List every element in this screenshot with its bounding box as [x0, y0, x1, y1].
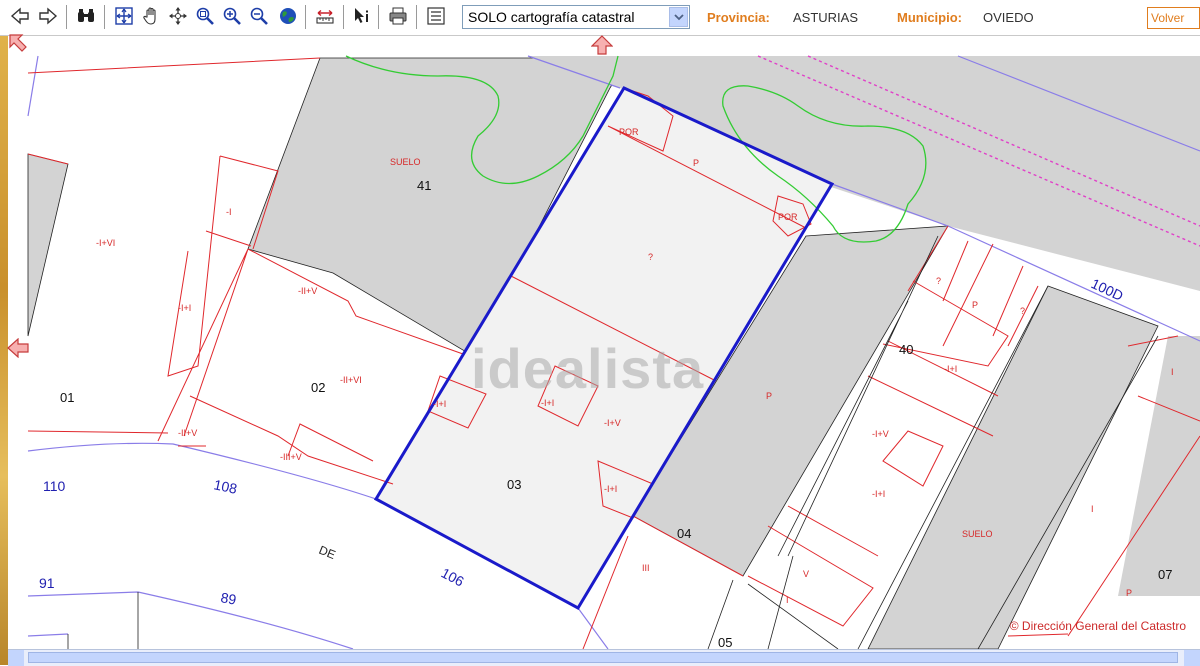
- subparcel-code: P: [1126, 588, 1132, 598]
- parcel-number: 03: [507, 477, 521, 492]
- chevron-down-icon[interactable]: [669, 7, 688, 27]
- provincia-label: Provincia:: [707, 10, 770, 25]
- cadastral-map[interactable]: 01 02 03 04 05 07 40 41 -I+VI -I -I+I -I…: [8, 36, 1200, 649]
- street-number: 106: [439, 565, 467, 590]
- subparcel-code: ?: [1020, 306, 1025, 316]
- subparcel-code: ?: [648, 252, 653, 262]
- subparcel-code: P: [766, 391, 772, 401]
- street-number: 89: [219, 589, 237, 607]
- toolbar: SOLO cartografía catastral Provincia: AS…: [0, 0, 1200, 36]
- pan-west-arrow-icon[interactable]: [7, 338, 29, 358]
- layer-select-value: SOLO cartografía catastral: [468, 9, 635, 25]
- parcel-number: 41: [417, 178, 431, 193]
- subparcel-code: ?: [936, 276, 941, 286]
- street-number: 108: [212, 476, 238, 497]
- subparcel-code: -II+VI: [340, 375, 362, 385]
- legend-icon[interactable]: [425, 5, 447, 27]
- toolbar-separator: [305, 5, 306, 29]
- block-suelo[interactable]: [867, 285, 1159, 649]
- pan-hand-icon[interactable]: [140, 5, 162, 27]
- provincia-value: ASTURIAS: [793, 10, 859, 25]
- municipio-value: OVIEDO: [983, 10, 1034, 25]
- subparcel-code: -I+V: [604, 418, 621, 428]
- subparcel-code: -II+V: [178, 428, 197, 438]
- toolbar-separator: [416, 5, 417, 29]
- parcel-number: 02: [311, 380, 325, 395]
- back-button[interactable]: Volver: [1147, 7, 1200, 29]
- copyright-notice: © Dirección General del Catastro: [1009, 619, 1186, 633]
- subparcel-code: POR: [619, 127, 639, 137]
- subparcel-code: -I+I: [433, 399, 446, 409]
- zoom-window-icon[interactable]: [194, 5, 216, 27]
- subparcel-code: -I+VI: [96, 238, 115, 248]
- back-arrow-icon[interactable]: [9, 5, 31, 27]
- zoom-in-icon[interactable]: [221, 5, 243, 27]
- toolbar-separator: [378, 5, 379, 29]
- subparcel-code: V: [803, 569, 809, 579]
- street-number: 91: [39, 575, 55, 591]
- scrollbar-thumb[interactable]: [28, 652, 1178, 663]
- horizontal-scrollbar[interactable]: [8, 649, 1200, 666]
- parcel-number: 01: [60, 390, 74, 405]
- print-icon[interactable]: [387, 5, 409, 27]
- subparcel-code: -I+I: [944, 364, 957, 374]
- scroll-right-icon[interactable]: [1184, 650, 1200, 666]
- subparcel-code: I: [1171, 367, 1174, 377]
- layer-select[interactable]: SOLO cartografía catastral: [462, 5, 690, 29]
- toolbar-separator: [66, 5, 67, 29]
- subparcel-code: -I+I: [872, 489, 885, 499]
- subparcel-code: -I+I: [604, 484, 617, 494]
- toolbar-separator: [104, 5, 105, 29]
- toolbar-separator: [343, 5, 344, 29]
- street-number: 110: [43, 478, 66, 494]
- street-line: [27, 55, 39, 117]
- move-icon[interactable]: [167, 5, 189, 27]
- street-line: [27, 591, 354, 649]
- measure-icon[interactable]: [314, 5, 336, 27]
- street-line: [27, 633, 69, 637]
- subparcel-code: I: [1091, 504, 1094, 514]
- subparcel-code: -I+I: [178, 303, 191, 313]
- pan-north-arrow-icon[interactable]: [591, 35, 613, 55]
- forward-arrow-icon[interactable]: [37, 5, 59, 27]
- binoculars-icon[interactable]: [75, 5, 97, 27]
- subparcel-code: -II+V: [298, 286, 317, 296]
- block-left[interactable]: [27, 153, 69, 337]
- subparcel-code: I: [786, 595, 789, 605]
- subparcel-code: -I: [226, 207, 232, 217]
- parcel-number: 05: [718, 635, 732, 649]
- street-number: 100D: [1089, 275, 1126, 304]
- pan-northwest-arrow-icon[interactable]: [7, 33, 29, 53]
- land-use-label: SUELO: [962, 529, 993, 539]
- subparcel-code: -I+V: [872, 429, 889, 439]
- globe-icon[interactable]: [277, 5, 299, 27]
- scroll-left-icon[interactable]: [8, 650, 24, 666]
- subparcel-code: POR: [778, 212, 798, 222]
- full-extent-icon[interactable]: [113, 5, 135, 27]
- subparcel-code: -III+V: [280, 452, 302, 462]
- subparcel-code: P: [693, 158, 699, 168]
- municipio-label: Municipio:: [897, 10, 962, 25]
- zoom-out-icon[interactable]: [248, 5, 270, 27]
- subparcel-code: P: [972, 300, 978, 310]
- land-use-label: SUELO: [390, 157, 421, 167]
- subparcel-code: III: [642, 563, 650, 573]
- watermark: idealista: [471, 337, 705, 400]
- street-name: DE: [317, 543, 338, 562]
- parcel-number: 40: [899, 342, 913, 357]
- info-pointer-icon[interactable]: [350, 5, 372, 27]
- parcel-number: 04: [677, 526, 691, 541]
- back-button-label: Volver: [1151, 11, 1185, 25]
- parcel-number: 07: [1158, 567, 1172, 582]
